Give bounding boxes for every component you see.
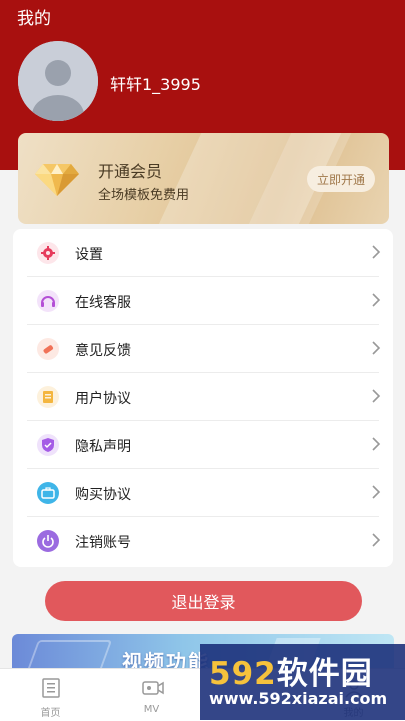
menu-item-label: 注销账号 xyxy=(75,535,131,551)
power-icon xyxy=(37,530,59,552)
page-title: 我的 xyxy=(17,9,51,29)
watermark-logo: 592软件园 xyxy=(209,648,373,693)
document-icon xyxy=(37,386,59,408)
menu-item-customer-service[interactable]: 在线客服 xyxy=(13,277,393,325)
menu-item-settings[interactable]: 设置 xyxy=(13,229,393,277)
vip-subtitle: 全场模板免费用 xyxy=(98,188,190,203)
logout-button[interactable]: 退出登录 xyxy=(45,581,362,621)
feedback-icon xyxy=(37,338,59,360)
username: 轩轩1_3995 xyxy=(110,75,201,94)
briefcase-icon xyxy=(37,482,59,504)
tab-home[interactable]: 首页 xyxy=(0,669,101,721)
menu-item-privacy[interactable]: 隐私声明 xyxy=(13,421,393,469)
chevron-right-icon xyxy=(372,389,381,403)
gear-icon xyxy=(37,242,59,264)
menu-item-label: 用户协议 xyxy=(75,391,131,407)
menu-item-user-agreement[interactable]: 用户协议 xyxy=(13,373,393,421)
avatar[interactable] xyxy=(18,41,98,121)
menu-item-label: 购买协议 xyxy=(75,487,131,503)
watermark: 592软件园 www.592xiazai.com xyxy=(200,644,405,720)
menu-item-feedback[interactable]: 意见反馈 xyxy=(13,325,393,373)
watermark-logo-text: 软件园 xyxy=(276,656,373,692)
home-icon xyxy=(42,678,60,698)
watermark-url: www.592xiazai.com xyxy=(209,689,388,708)
open-vip-button[interactable]: 立即开通 xyxy=(307,166,375,192)
vip-card[interactable]: 开通会员 全场模板免费用 立即开通 xyxy=(18,133,389,224)
tab-mv[interactable]: MV xyxy=(101,669,202,721)
menu-item-delete-account[interactable]: 注销账号 xyxy=(13,517,393,565)
menu-item-purchase-agreement[interactable]: 购买协议 xyxy=(13,469,393,517)
tab-label: 首页 xyxy=(40,708,61,719)
headset-icon xyxy=(37,290,59,312)
chevron-right-icon xyxy=(372,437,381,451)
video-icon xyxy=(142,681,164,695)
watermark-logo-number: 592 xyxy=(209,656,277,692)
menu-item-label: 在线客服 xyxy=(75,295,131,311)
menu-list: 设置 在线客服 意见反馈 用户协议 隐私声明 购买协议 注销账号 xyxy=(13,229,393,567)
chevron-right-icon xyxy=(372,293,381,307)
tab-label: MV xyxy=(143,704,160,715)
chevron-right-icon xyxy=(372,245,381,259)
avatar-placeholder-icon xyxy=(18,41,98,121)
menu-item-label: 隐私声明 xyxy=(75,439,131,455)
chevron-right-icon xyxy=(372,485,381,499)
menu-item-label: 意见反馈 xyxy=(75,343,131,359)
chevron-right-icon xyxy=(372,341,381,355)
chevron-right-icon xyxy=(372,533,381,547)
vip-title: 开通会员 xyxy=(98,162,163,181)
diamond-icon xyxy=(35,164,79,196)
menu-item-label: 设置 xyxy=(75,247,103,263)
shield-icon xyxy=(37,434,59,456)
